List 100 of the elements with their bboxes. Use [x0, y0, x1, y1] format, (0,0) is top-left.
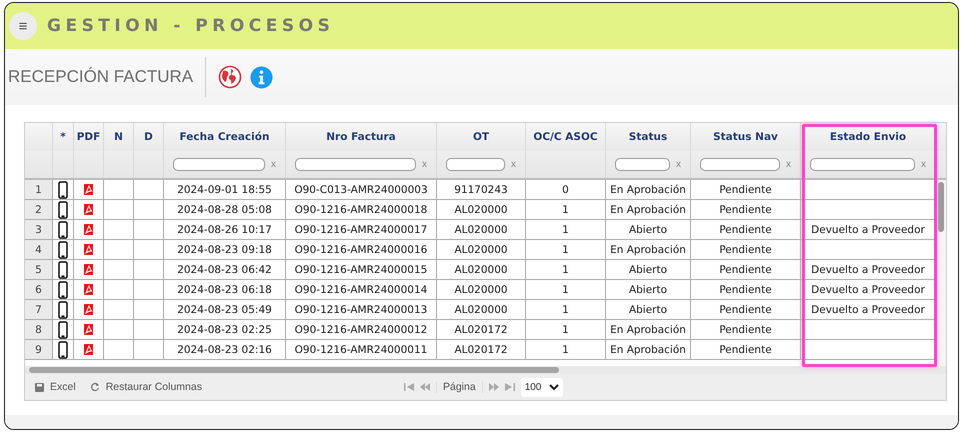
table-cell: 1 — [526, 220, 606, 240]
filter-field[interactable] — [446, 158, 505, 171]
excel-button[interactable]: Excel — [35, 381, 76, 393]
table-cell: O90-1216-AMR24000017 — [286, 220, 437, 240]
table-cell: 1 — [526, 320, 606, 340]
table-cell: AL020000 — [437, 260, 526, 280]
table-cell: 1 — [526, 300, 606, 320]
table-cell: Pendiente — [691, 220, 801, 240]
table-cell — [134, 340, 164, 360]
row-number: 6 — [25, 280, 53, 300]
scrollbar-thumb[interactable] — [29, 367, 559, 373]
pdf-icon[interactable] — [84, 344, 93, 355]
phone-icon — [58, 220, 68, 238]
table-cell: Pendiente — [691, 200, 801, 220]
page-title: RECEPCIÓN FACTURA — [7, 67, 194, 87]
table-cell — [134, 320, 164, 340]
filter-field[interactable] — [700, 158, 780, 171]
first-page-button[interactable] — [404, 383, 414, 391]
table-cell: O90-C013-AMR24000003 — [286, 180, 437, 200]
table-cell: 2024-08-23 06:18 — [164, 280, 286, 300]
table-cell: 1 — [526, 280, 606, 300]
table-cell: 91170243 — [437, 180, 526, 200]
table-cell: O90-1216-AMR24000015 — [286, 260, 437, 280]
table-cell: AL020000 — [437, 280, 526, 300]
row-number: 1 — [25, 180, 53, 200]
save-icon — [35, 382, 44, 392]
table-cell — [134, 200, 164, 220]
previous-page-button[interactable] — [420, 383, 430, 391]
table-cell: 1 — [526, 240, 606, 260]
table-cell — [134, 260, 164, 280]
table-cell: 2024-08-23 02:16 — [164, 340, 286, 360]
pdf-icon[interactable] — [84, 184, 93, 195]
table-cell: Pendiente — [691, 280, 801, 300]
refresh-icon — [90, 382, 100, 392]
pdf-icon[interactable] — [84, 284, 93, 295]
scrollbar-thumb[interactable] — [938, 182, 944, 232]
row-number: 9 — [25, 340, 53, 360]
table-cell: Pendiente — [691, 300, 801, 320]
row-number: 4 — [25, 240, 53, 260]
phone-icon — [58, 240, 68, 258]
table-cell: Pendiente — [691, 260, 801, 280]
filter-field[interactable] — [615, 158, 670, 171]
last-page-button[interactable] — [504, 383, 515, 391]
phone-icon — [58, 300, 68, 318]
table-cell — [134, 300, 164, 320]
filter-field[interactable] — [810, 158, 915, 171]
info-icon[interactable] — [250, 66, 274, 88]
table-cell: En Aprobación — [606, 320, 691, 340]
filter-field[interactable] — [173, 158, 265, 171]
table-cell: Abierto — [606, 220, 691, 240]
table-cell: 2024-08-26 10:17 — [164, 220, 286, 240]
row-number: 5 — [25, 260, 53, 280]
table-cell: En Aprobación — [606, 340, 691, 360]
pdf-icon[interactable] — [84, 224, 93, 235]
table-cell: 2024-09-01 18:55 — [164, 180, 286, 200]
table-cell: O90-1216-AMR24000016 — [286, 240, 437, 260]
app-title: GESTION - PROCESOS — [47, 16, 334, 36]
phone-icon — [58, 180, 68, 198]
table-cell: O90-1216-AMR24000011 — [286, 340, 437, 360]
table-cell: Abierto — [606, 260, 691, 280]
table-cell: 2024-08-23 02:25 — [164, 320, 286, 340]
phone-icon — [58, 200, 68, 218]
table-cell: AL020000 — [437, 240, 526, 260]
table-cell: 2024-08-23 06:42 — [164, 260, 286, 280]
phone-icon — [58, 320, 68, 338]
next-page-button[interactable] — [488, 383, 499, 391]
pdf-icon[interactable] — [84, 324, 93, 335]
pdf-icon[interactable] — [84, 244, 93, 255]
menu-button[interactable]: ≡ — [9, 12, 37, 40]
table-cell: 1 — [526, 340, 606, 360]
row-number: 7 — [25, 300, 53, 320]
table-cell: O90-1216-AMR24000018 — [286, 200, 437, 220]
table-cell: En Aprobación — [606, 240, 691, 260]
table-cell: Pendiente — [691, 180, 801, 200]
pdf-icon[interactable] — [84, 204, 93, 215]
globe-icon[interactable] — [218, 65, 242, 89]
chevron-down-icon — [549, 384, 560, 390]
pdf-icon[interactable] — [84, 304, 93, 315]
table-cell: 2024-08-23 09:18 — [164, 240, 286, 260]
table-cell: AL020000 — [437, 220, 526, 240]
restore-columns-button[interactable]: Restaurar Columnas — [90, 381, 202, 393]
table-cell: 2024-08-28 05:08 — [164, 200, 286, 220]
table-cell: 0 — [526, 180, 606, 200]
filter-field[interactable] — [295, 158, 416, 171]
page-size-select[interactable]: 100 — [520, 378, 564, 396]
table-cell: Pendiente — [691, 320, 801, 340]
table-cell: AL020172 — [437, 320, 526, 340]
table-cell — [134, 240, 164, 260]
table-cell: 1 — [526, 200, 606, 220]
table-cell: O90-1216-AMR24000012 — [286, 320, 437, 340]
table-cell: Abierto — [606, 280, 691, 300]
table-cell: 1 — [526, 260, 606, 280]
row-number: 2 — [25, 200, 53, 220]
phone-icon — [58, 260, 68, 278]
table-cell: AL020172 — [437, 340, 526, 360]
pdf-icon[interactable] — [84, 264, 93, 275]
table-cell: En Aprobación — [606, 200, 691, 220]
table-cell: AL020000 — [437, 200, 526, 220]
table-cell: O90-1216-AMR24000014 — [286, 280, 437, 300]
page-label: Página — [436, 381, 483, 393]
